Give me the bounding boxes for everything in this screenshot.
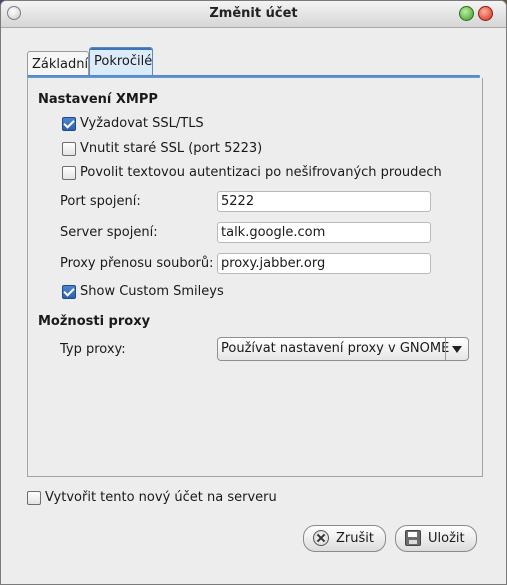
force-old-ssl-checkbox[interactable] <box>62 142 76 156</box>
cancel-icon <box>313 530 329 546</box>
chevron-down-icon[interactable] <box>445 338 468 360</box>
connect-port-field[interactable]: 5222 <box>217 191 431 212</box>
custom-smileys-checkbox[interactable] <box>62 285 76 299</box>
tab-advanced-label: Pokročilé <box>94 54 153 69</box>
require-ssl-checkbox[interactable] <box>62 117 76 131</box>
close-icon[interactable] <box>478 6 493 21</box>
plaintext-auth-label[interactable]: Povolit textovou autentizaci po nešifrov… <box>80 165 442 180</box>
connect-server-field[interactable]: talk.google.com <box>217 222 431 243</box>
title-bar[interactable]: Změnit účet <box>1 1 506 28</box>
tab-advanced[interactable]: Pokročilé <box>89 47 153 75</box>
custom-smileys-label[interactable]: Show Custom Smileys <box>80 284 224 299</box>
save-button[interactable]: Uložit <box>395 525 477 552</box>
xmpp-heading: Nastavení XMPP <box>38 92 158 107</box>
force-old-ssl-label[interactable]: Vnutit staré SSL (port 5223) <box>80 141 262 156</box>
tab-basic-label: Základní <box>32 57 89 72</box>
file-proxy-field[interactable]: proxy.jabber.org <box>217 253 431 274</box>
save-button-label: Uložit <box>428 531 465 546</box>
tab-active-accent <box>90 48 152 50</box>
connect-server-label: Server spojení: <box>60 225 158 240</box>
cancel-button[interactable]: Zrušit <box>303 525 386 552</box>
advanced-panel <box>27 78 483 477</box>
proxy-heading: Možnosti proxy <box>38 314 151 329</box>
file-proxy-label: Proxy přenosu souborů: <box>60 256 214 271</box>
cancel-button-label: Zrušit <box>336 531 374 546</box>
tab-basic[interactable]: Základní <box>27 51 89 75</box>
proxy-type-select[interactable]: Používat nastavení proxy v GNOME <box>217 337 469 361</box>
window-title: Změnit účet <box>209 6 298 21</box>
plaintext-auth-checkbox[interactable] <box>62 166 76 180</box>
proxy-type-label: Typ proxy: <box>60 342 126 357</box>
maximize-icon[interactable] <box>459 6 474 21</box>
create-account-checkbox[interactable] <box>27 491 41 505</box>
dialog-window: Změnit účet Základní Pokročilé Nastavení… <box>0 0 507 585</box>
create-account-label[interactable]: Vytvořit tento nový účet na serveru <box>45 490 277 505</box>
connect-port-label: Port spojení: <box>60 194 141 209</box>
require-ssl-label[interactable]: Vyžadovat SSL/TLS <box>80 116 204 131</box>
proxy-type-value: Používat nastavení proxy v GNOME <box>221 341 450 356</box>
save-icon <box>405 530 421 546</box>
